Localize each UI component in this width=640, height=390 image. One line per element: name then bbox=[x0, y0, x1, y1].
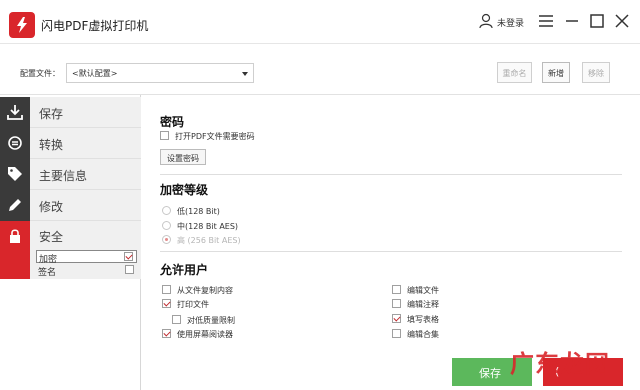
perm-assemble-label: 编辑合集 bbox=[407, 330, 439, 339]
user-icon[interactable] bbox=[478, 13, 494, 29]
require-password-checkbox[interactable] bbox=[160, 131, 169, 140]
sidebar-item-label: 主要信息 bbox=[39, 169, 88, 183]
sidebar-item-security[interactable]: 安全 加密 签名 bbox=[0, 221, 141, 279]
perm-lowquality-checkbox[interactable] bbox=[172, 315, 181, 324]
perm-fill-form-label: 填写表格 bbox=[407, 315, 439, 324]
sidebar-item-label: 转换 bbox=[39, 138, 64, 152]
sidebar-item-info[interactable]: 主要信息 bbox=[0, 159, 141, 190]
config-label: 配置文件： bbox=[20, 69, 60, 78]
perm-screenreader-label: 使用屏幕阅读器 bbox=[177, 330, 233, 339]
perm-edit-doc-label: 编辑文件 bbox=[407, 286, 439, 295]
config-selected-value: <默认配置> bbox=[72, 69, 118, 78]
perm-edit-doc-checkbox[interactable] bbox=[392, 285, 401, 294]
perm-copy-label: 从文件复制内容 bbox=[177, 286, 233, 295]
watermark-text: 广东龙网 bbox=[510, 350, 610, 378]
tag-icon bbox=[0, 159, 30, 190]
remove-button[interactable]: 移除 bbox=[582, 62, 610, 83]
menu-icon[interactable] bbox=[537, 12, 555, 30]
sidebar-item-save[interactable]: 保存 bbox=[0, 97, 141, 128]
encryption-high-label: 高 (256 Bit AES) bbox=[177, 236, 241, 245]
app-title: 闪电PDF虚拟打印机 bbox=[41, 19, 149, 33]
encryption-low-radio[interactable] bbox=[162, 206, 171, 215]
sidebar-sub-encrypt[interactable]: 加密 bbox=[36, 250, 137, 265]
require-password-label: 打开PDF文件需要密码 bbox=[175, 132, 255, 141]
sidebar-item-label: 修改 bbox=[39, 200, 64, 214]
close-icon[interactable] bbox=[613, 12, 631, 30]
sidebar-sub-label: 签名 bbox=[38, 268, 57, 278]
minimize-icon[interactable] bbox=[563, 12, 581, 30]
encryption-title: 加密等级 bbox=[160, 183, 209, 197]
encryption-medium-radio[interactable] bbox=[162, 221, 171, 230]
sidebar-item-label: 保存 bbox=[39, 107, 64, 121]
download-icon bbox=[0, 97, 30, 128]
sidebar-item-modify[interactable]: 修改 bbox=[0, 190, 141, 221]
sidebar: 保存 转换 主要信息 修改 安全 加密 签名 bbox=[0, 95, 141, 390]
perm-lowquality-label: 对低质量限制 bbox=[187, 316, 235, 325]
app-logo-icon bbox=[9, 12, 35, 38]
new-button[interactable]: 新增 bbox=[542, 62, 570, 83]
perm-print-checkbox[interactable] bbox=[162, 299, 171, 308]
section-divider bbox=[160, 251, 622, 252]
pencil-icon bbox=[0, 190, 30, 221]
sign-checkbox[interactable] bbox=[125, 265, 134, 274]
maximize-icon[interactable] bbox=[588, 12, 606, 30]
password-title: 密码 bbox=[160, 115, 185, 129]
encryption-low-label: 低(128 Bit) bbox=[177, 207, 220, 216]
lock-icon bbox=[0, 221, 30, 279]
perm-assemble-checkbox[interactable] bbox=[392, 329, 401, 338]
encrypt-checkbox[interactable] bbox=[124, 252, 133, 261]
perm-screenreader-checkbox[interactable] bbox=[162, 329, 171, 338]
convert-icon bbox=[0, 128, 30, 159]
perm-print-label: 打印文件 bbox=[177, 300, 209, 309]
permissions-title: 允许用户 bbox=[160, 263, 209, 277]
perm-edit-annot-label: 编辑注释 bbox=[407, 300, 439, 309]
encryption-medium-label: 中(128 Bit AES) bbox=[177, 222, 239, 231]
login-link[interactable]: 未登录 bbox=[497, 16, 524, 29]
chevron-down-icon bbox=[242, 72, 248, 76]
sidebar-sub-sign[interactable]: 签名 bbox=[36, 264, 137, 278]
encryption-high-radio[interactable] bbox=[162, 235, 171, 244]
perm-edit-annot-checkbox[interactable] bbox=[392, 299, 401, 308]
sidebar-item-label: 安全 bbox=[39, 230, 64, 244]
sidebar-item-convert[interactable]: 转换 bbox=[0, 128, 141, 159]
perm-copy-checkbox[interactable] bbox=[162, 285, 171, 294]
config-select[interactable]: <默认配置> bbox=[66, 63, 254, 83]
set-password-button[interactable]: 设置密码 bbox=[160, 149, 206, 165]
title-bar: 闪电PDF虚拟打印机 未登录 bbox=[0, 0, 640, 44]
section-divider bbox=[160, 174, 622, 175]
rename-button[interactable]: 重命名 bbox=[497, 62, 532, 83]
perm-fill-form-checkbox[interactable] bbox=[392, 314, 401, 323]
